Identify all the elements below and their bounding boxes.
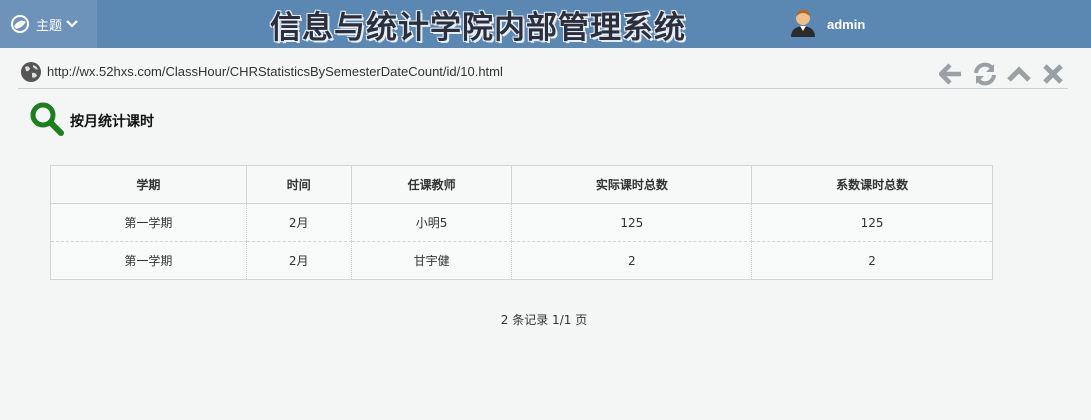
avatar [789,7,817,41]
search-icon [30,102,64,140]
refresh-icon[interactable] [972,62,998,86]
column-header-time: 时间 [245,165,352,204]
cell-coefficient-hours: 125 [751,203,993,242]
globe-icon [20,61,42,87]
collapse-up-icon[interactable] [1006,62,1032,86]
column-header-coefficient-hours: 系数课时总数 [751,165,993,204]
theme-menu[interactable]: 主题 [0,0,97,48]
back-arrow-icon[interactable] [938,62,964,86]
theme-label: 主题 [36,18,63,34]
cell-time: 2月 [245,203,352,242]
cell-teacher: 甘宇健 [350,241,513,280]
username: admin [827,16,866,32]
section-header: 按月统计课时 [30,102,154,140]
table-header-row: 学期 时间 任课教师 实际课时总数 系数课时总数 [50,165,993,204]
cell-teacher: 小明5 [350,203,513,242]
chevron-down-icon [66,19,78,29]
system-title: 信息与统计学院内部管理系统 [270,9,686,46]
column-header-teacher: 任课教师 [350,165,513,204]
statistics-table: 学期 时间 任课教师 实际课时总数 系数课时总数 第一学期 2月 小明5 125… [50,165,993,280]
pagination-summary: 2 条记录 1/1 页 [500,313,588,327]
page-url: http://wx.52hxs.com/ClassHour/CHRStatist… [47,64,503,79]
section-title: 按月统计课时 [70,114,154,130]
cell-actual-hours: 125 [511,203,753,242]
close-icon[interactable] [1040,62,1066,86]
cell-semester: 第一学期 [50,241,247,280]
theme-logo-icon [10,14,30,34]
user-menu[interactable]: admin [789,8,865,40]
cell-actual-hours: 2 [511,241,753,280]
table-row: 第一学期 2月 甘宇健 2 2 [50,241,993,280]
column-header-actual-hours: 实际课时总数 [511,165,753,204]
table-row: 第一学期 2月 小明5 125 125 [50,203,993,242]
page-toolbar [938,62,1066,86]
cell-coefficient-hours: 2 [751,241,993,280]
column-header-semester: 学期 [50,165,247,204]
cell-time: 2月 [245,241,352,280]
address-bar: http://wx.52hxs.com/ClassHour/CHRStatist… [18,58,1068,89]
top-bar: 主题 信息与统计学院内部管理系统 admin [0,0,1091,48]
cell-semester: 第一学期 [50,203,247,242]
